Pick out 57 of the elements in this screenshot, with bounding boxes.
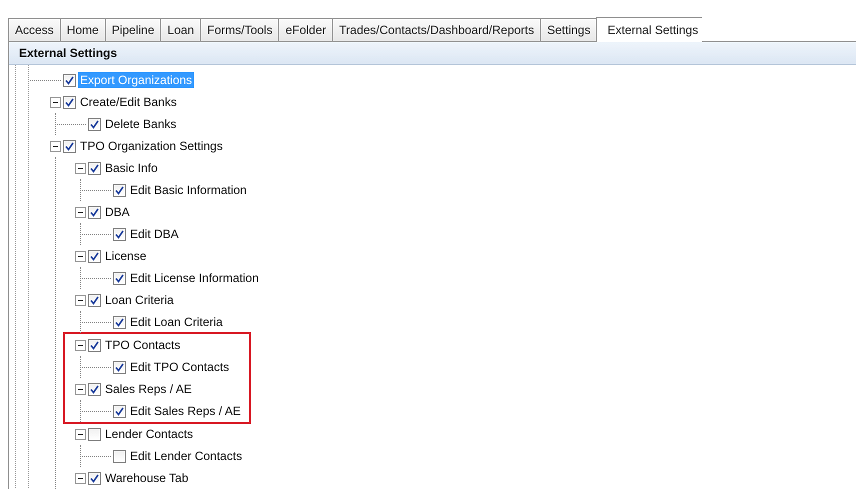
tree-item[interactable]: Warehouse Tab bbox=[103, 470, 190, 486]
collapse-icon[interactable] bbox=[75, 428, 86, 440]
checkbox[interactable] bbox=[88, 206, 101, 218]
checkbox[interactable] bbox=[113, 360, 126, 374]
tab[interactable]: Loan bbox=[160, 18, 202, 41]
checkbox[interactable] bbox=[63, 74, 76, 86]
tab[interactable]: Settings bbox=[540, 18, 598, 41]
tree-item[interactable]: Loan Criteria bbox=[103, 292, 176, 308]
tab[interactable]: Trades/Contacts/Dashboard/Reports bbox=[332, 18, 542, 41]
collapse-icon[interactable] bbox=[75, 384, 86, 394]
collapse-icon[interactable] bbox=[50, 96, 61, 108]
tab[interactable]: Access bbox=[8, 18, 61, 41]
tree-item[interactable]: Edit Basic Information bbox=[128, 182, 249, 198]
tree-item[interactable]: Basic Info bbox=[103, 160, 160, 176]
checkbox[interactable] bbox=[113, 404, 126, 418]
checkbox[interactable] bbox=[113, 228, 126, 240]
tree-item[interactable]: License bbox=[103, 248, 148, 264]
tab[interactable]: Home bbox=[60, 18, 106, 41]
tree-item[interactable]: Sales Reps / AE bbox=[103, 381, 194, 397]
tree-item[interactable]: Lender Contacts bbox=[103, 426, 196, 442]
tree-item[interactable]: Create/Edit Banks bbox=[78, 94, 179, 110]
tab[interactable]: Forms/Tools bbox=[200, 18, 280, 41]
checkbox[interactable] bbox=[113, 184, 126, 196]
collapse-icon[interactable] bbox=[75, 162, 86, 174]
collapse-icon[interactable] bbox=[75, 294, 86, 306]
checkbox[interactable] bbox=[88, 428, 101, 440]
checkbox[interactable] bbox=[63, 140, 76, 152]
checkbox[interactable] bbox=[88, 118, 101, 130]
checkbox[interactable] bbox=[88, 472, 101, 484]
collapse-icon[interactable] bbox=[75, 206, 86, 218]
tree-item[interactable]: TPO Contacts bbox=[103, 337, 182, 353]
checkbox[interactable] bbox=[113, 316, 126, 328]
tree-item[interactable]: Edit Lender Contacts bbox=[128, 448, 244, 464]
tree-item[interactable]: TPO Organization Settings bbox=[78, 138, 225, 154]
checkbox[interactable] bbox=[113, 272, 126, 284]
tab[interactable]: eFolder bbox=[278, 18, 334, 41]
collapse-icon[interactable] bbox=[75, 340, 86, 350]
tree-item[interactable]: Edit License Information bbox=[128, 270, 261, 286]
checkbox[interactable] bbox=[88, 338, 101, 352]
checkbox[interactable] bbox=[63, 96, 76, 108]
tree-item[interactable]: Edit DBA bbox=[128, 226, 181, 242]
collapse-icon[interactable] bbox=[75, 250, 86, 262]
tree-item[interactable]: Edit TPO Contacts bbox=[128, 359, 232, 375]
tree-item[interactable]: DBA bbox=[103, 204, 132, 220]
tree-item[interactable]: Edit Sales Reps / AE bbox=[128, 403, 243, 419]
collapse-icon[interactable] bbox=[75, 472, 86, 484]
checkbox[interactable] bbox=[88, 162, 101, 174]
tab[interactable]: External Settings bbox=[596, 17, 702, 42]
checkbox[interactable] bbox=[88, 294, 101, 306]
tree-item[interactable]: Delete Banks bbox=[103, 116, 178, 132]
panel-title: External Settings bbox=[9, 42, 856, 65]
tree-item[interactable]: Edit Loan Criteria bbox=[128, 314, 225, 330]
checkbox[interactable] bbox=[113, 450, 126, 462]
checkbox[interactable] bbox=[88, 382, 101, 396]
collapse-icon[interactable] bbox=[50, 140, 61, 152]
tab[interactable]: Pipeline bbox=[104, 18, 162, 41]
checkbox[interactable] bbox=[88, 250, 101, 262]
